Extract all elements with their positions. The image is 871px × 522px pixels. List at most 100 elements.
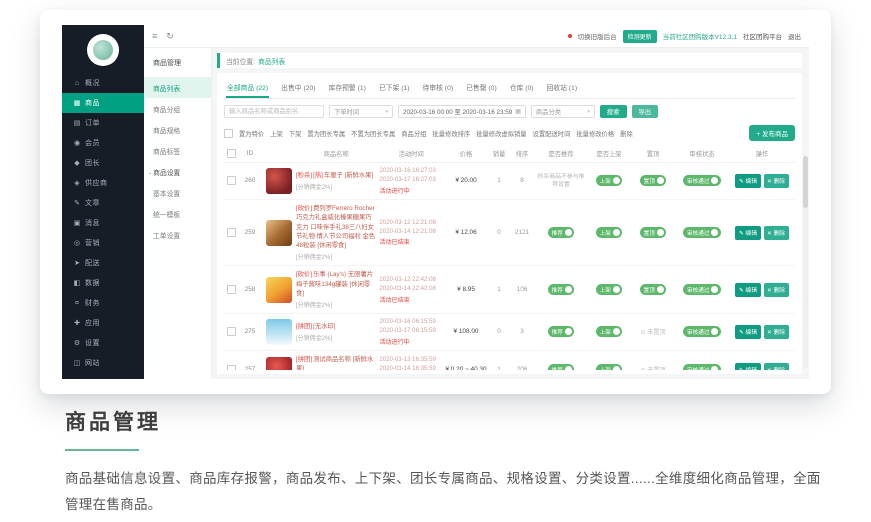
sidebar-item-leaders[interactable]: ◆团长 (62, 153, 144, 173)
platform-link[interactable]: 社区团购平台 (743, 31, 782, 41)
batch-action-8[interactable]: 设置配送时间 (533, 129, 571, 138)
batch-action-7[interactable]: 批量修改虚拟销量 (476, 129, 526, 138)
sidebar-item-finance[interactable]: ¤财务 (62, 293, 144, 313)
time-type-select[interactable]: 下单时间 ▾ (329, 105, 393, 118)
sidebar-item-settings[interactable]: ⚙设置 (62, 333, 144, 353)
batch-action-5[interactable]: 商品分组 (401, 129, 426, 138)
edit-button[interactable]: ✎ 编辑 (735, 363, 760, 371)
submenu-item-work-settings[interactable]: 工单设置 (144, 224, 211, 245)
sidebar-item-marketing[interactable]: ◎营销 (62, 233, 144, 253)
select-all-checkbox[interactable] (227, 149, 236, 158)
pinned-toggle[interactable]: 置顶 (640, 284, 667, 295)
edit-button[interactable]: ✎ 编辑 (735, 283, 760, 297)
sidebar-item-goods[interactable]: ▦商品 (62, 93, 144, 113)
sidebar-item-site[interactable]: ◫网站 (62, 353, 144, 373)
sidebar-item-articles[interactable]: ✎文章 (62, 193, 144, 213)
edit-button[interactable]: ✎ 编辑 (735, 174, 760, 188)
product-name[interactable]: [拼团][无水印] (296, 322, 376, 331)
sidebar-item-data[interactable]: ◧数据 (62, 273, 144, 293)
pinned-toggle[interactable]: 置顶 (640, 175, 667, 186)
tab-recycle[interactable]: 回收站 (1) (546, 79, 579, 98)
listed-toggle[interactable]: 上架 (596, 284, 623, 295)
category-select[interactable]: 商品分类 ▾ (531, 105, 595, 118)
audit-toggle[interactable]: 审核通过 (683, 175, 721, 186)
sidebar-item-members[interactable]: ◉会员 (62, 133, 144, 153)
check-update-button[interactable]: 检测更新 (623, 30, 657, 43)
delete-button[interactable]: ✕ 删除 (764, 226, 789, 240)
batch-action-10[interactable]: 删除 (620, 129, 633, 138)
audit-toggle[interactable]: 审核通过 (683, 284, 721, 295)
listed-toggle[interactable]: 上架 (596, 326, 623, 337)
batch-action-1[interactable]: 上架 (270, 129, 283, 138)
audit-toggle[interactable]: 审核通过 (683, 227, 721, 238)
product-name[interactable]: [秒杀][热]车厘子 [新鲜水果] (296, 171, 376, 180)
pinned-toggle[interactable]: ⊙ 未置顶 (640, 327, 665, 336)
tab-warehouse[interactable]: 仓库 (0) (509, 79, 535, 98)
sidebar-item-overview[interactable]: ⌂概况 (62, 73, 144, 93)
recommend-toggle[interactable]: 推荐 (548, 227, 575, 238)
menu-toggle-icon[interactable]: ≡ (152, 32, 157, 41)
sidebar-item-apps[interactable]: ✚应用 (62, 313, 144, 333)
row-checkbox[interactable] (227, 365, 236, 370)
breadcrumb-current[interactable]: 商品列表 (258, 56, 285, 66)
product-name[interactable]: [砍价]费列罗Ferrero Rocher巧克力礼盒威化榛果糖果巧克力 口味伴手… (296, 204, 376, 251)
tab-all[interactable]: 全部商品 (22) (226, 79, 269, 98)
avatar[interactable] (87, 34, 119, 66)
recommend-toggle[interactable]: 推荐 (548, 326, 575, 337)
batch-action-0[interactable]: 置为特价 (239, 129, 264, 138)
edit-button[interactable]: ✎ 编辑 (735, 325, 760, 339)
submenu-item-basic-settings[interactable]: 基本设置 (144, 182, 211, 203)
row-checkbox[interactable] (227, 327, 236, 336)
submenu-item-goods-spec[interactable]: 商品规格 (144, 119, 211, 140)
audit-toggle[interactable]: 审核通过 (683, 364, 721, 370)
batch-action-3[interactable]: 置为团长专属 (307, 129, 345, 138)
tab-pending[interactable]: 待审核 (0) (422, 79, 455, 98)
batch-action-2[interactable]: 下架 (289, 129, 302, 138)
delete-button[interactable]: ✕ 删除 (764, 283, 789, 297)
edit-button[interactable]: ✎ 编辑 (735, 226, 760, 240)
submenu-item-unified-template[interactable]: 统一模板 (144, 203, 211, 224)
submenu-item-goods-label[interactable]: 商品标签 (144, 140, 211, 161)
recommend-toggle[interactable]: 推荐 (548, 284, 575, 295)
listed-toggle[interactable]: 上架 (596, 227, 623, 238)
tab-stock-warning[interactable]: 库存预警 (1) (328, 79, 367, 98)
delete-button[interactable]: ✕ 删除 (764, 325, 789, 339)
switch-old-link[interactable]: 切换旧版后台 (578, 31, 617, 41)
batch-action-4[interactable]: 不置为团长专属 (351, 129, 395, 138)
search-button[interactable]: 搜索 (600, 105, 627, 118)
tab-sold-out[interactable]: 已售罄 (0) (465, 79, 498, 98)
delete-button[interactable]: ✕ 删除 (764, 363, 789, 371)
submenu-item-goods-settings[interactable]: - 商品设置 (144, 161, 211, 182)
tab-off-shelf[interactable]: 已下架 (1) (378, 79, 411, 98)
sidebar-item-suppliers[interactable]: ◈供应商 (62, 173, 144, 193)
logout-link[interactable]: 退出 (788, 31, 801, 41)
listed-toggle[interactable]: 上架 (596, 364, 623, 370)
publish-product-button[interactable]: + 发布商品 (749, 125, 795, 141)
product-search-input[interactable] (224, 105, 324, 118)
row-checkbox[interactable] (227, 176, 236, 185)
pinned-toggle[interactable]: 置顶 (640, 227, 667, 238)
listed-toggle[interactable]: 上架 (596, 175, 623, 186)
batch-action-9[interactable]: 批量修改价格 (576, 129, 614, 138)
sidebar-item-messages[interactable]: ▣消息 (62, 213, 144, 233)
sidebar-item-delivery[interactable]: ➤配送 (62, 253, 144, 273)
row-checkbox[interactable] (227, 228, 236, 237)
submenu-item-goods-group[interactable]: 商品分组 (144, 98, 211, 119)
scrollbar-thumb[interactable] (803, 156, 808, 208)
select-all-checkbox[interactable] (224, 129, 233, 138)
delete-button[interactable]: ✕ 删除 (764, 174, 789, 188)
scrollbar[interactable] (803, 156, 808, 369)
tab-on-sale[interactable]: 出售中 (20) (280, 79, 316, 98)
submenu-item-goods-list[interactable]: 商品列表 (144, 77, 211, 98)
recommend-toggle[interactable]: 推荐 (548, 364, 575, 370)
audit-toggle[interactable]: 审核通过 (683, 326, 721, 337)
sidebar-item-orders[interactable]: ▤订单 (62, 113, 144, 133)
pinned-toggle[interactable]: ⊙ 未置顶 (640, 365, 665, 370)
export-button[interactable]: 导出 (632, 105, 659, 118)
date-range-input[interactable]: 2020-03-16 00:00 至 2020-03-16 23:59 ▦ (398, 105, 526, 118)
product-name[interactable]: [拼团]测试商品名称 [新鲜水果] (296, 355, 376, 370)
product-name[interactable]: [砍价]乐事 (Lay's) 无限薯片 梅子酱味134g罐装 [休闲零食] (296, 270, 376, 298)
refresh-icon[interactable]: ↻ (166, 32, 174, 41)
row-checkbox[interactable] (227, 285, 236, 294)
batch-action-6[interactable]: 批量修改排序 (432, 129, 470, 138)
